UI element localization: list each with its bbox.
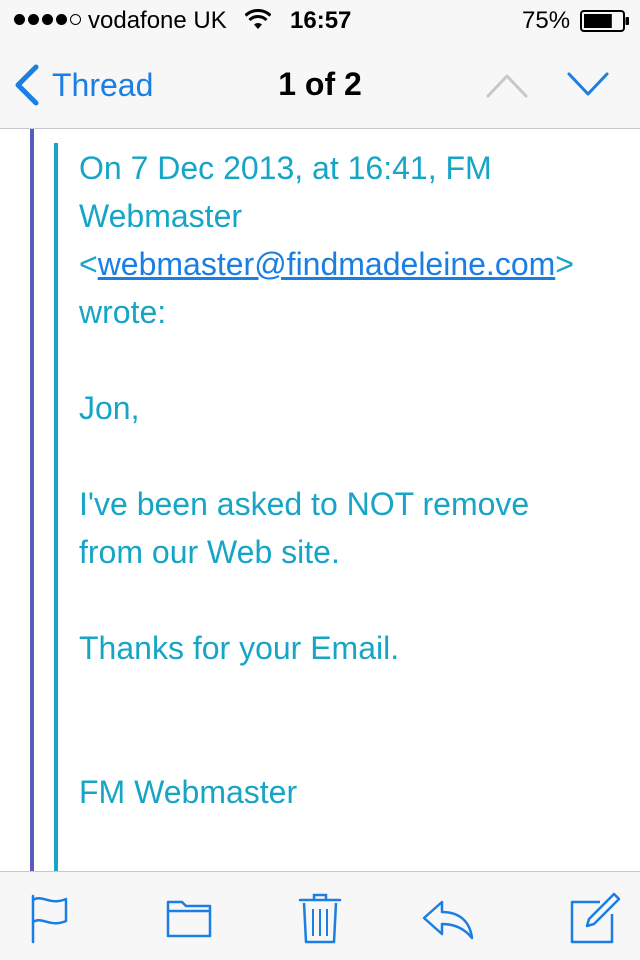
message-position-title: 1 of 2 (278, 66, 362, 102)
previous-message-chevron-up-icon[interactable] (485, 70, 529, 100)
clock-time: 16:57 (290, 7, 352, 34)
navigation-bar: Thread 1 of 2 (0, 40, 640, 129)
next-message-chevron-down-icon[interactable] (566, 70, 610, 100)
compose-icon (570, 892, 621, 944)
quote-header-sender: Webmaster (79, 198, 243, 234)
carrier-name: vodafone UK (88, 7, 227, 34)
flag-button[interactable] (22, 890, 78, 946)
quoted-message: On 7 Dec 2013, at 16:41, FM Webmaster <w… (79, 144, 619, 816)
battery-percent: 75% (522, 7, 571, 34)
bottom-toolbar (0, 871, 640, 960)
mail-message-screen: vodafone UK 16:57 75% Thread 1 of 2 On 7… (0, 0, 640, 960)
folder-icon (166, 900, 212, 938)
outer-quote-bar (30, 129, 34, 872)
reply-icon (422, 900, 474, 940)
message-body[interactable]: On 7 Dec 2013, at 16:41, FM Webmaster <w… (0, 129, 640, 872)
sender-email-link[interactable]: webmaster@findmadeleine.com (98, 246, 556, 282)
signal-strength-icon (14, 14, 81, 25)
status-bar: vodafone UK 16:57 75% (0, 0, 640, 40)
quote-header-wrote: wrote: (79, 294, 167, 330)
battery-icon (580, 10, 629, 32)
wifi-icon (245, 9, 271, 29)
reply-button[interactable] (420, 890, 476, 946)
greeting-text: Jon, (79, 390, 140, 426)
trash-icon (298, 893, 342, 944)
thanks-text: Thanks for your Email. (79, 630, 400, 666)
inner-quote-bar (54, 143, 58, 872)
flag-icon (31, 894, 68, 944)
signature-text: FM Webmaster (79, 774, 298, 810)
body-text-line: I've been asked to NOT remove (79, 486, 530, 522)
move-to-folder-button[interactable] (162, 890, 218, 946)
body-text-line: from our Web site. (79, 534, 340, 570)
quote-header-line: On 7 Dec 2013, at 16:41, FM (79, 150, 492, 186)
delete-button[interactable] (292, 890, 348, 946)
compose-button[interactable] (566, 890, 622, 946)
quote-header-email-line: <webmaster@findmadeleine.com> (79, 246, 574, 282)
